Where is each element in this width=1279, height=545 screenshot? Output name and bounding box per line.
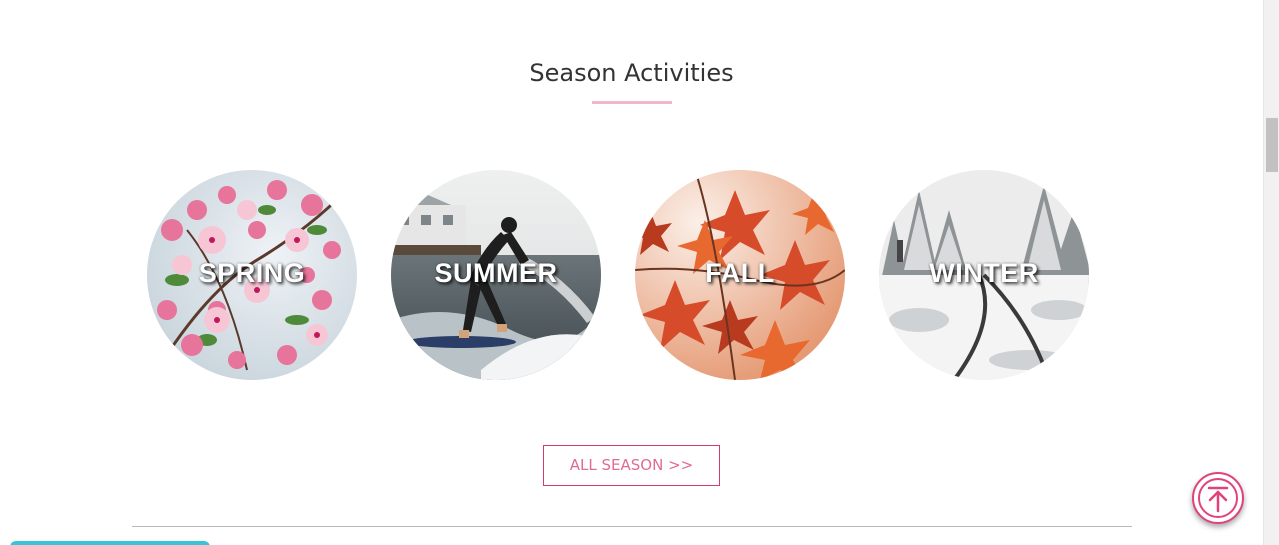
season-card-summer[interactable]: SUMMER [391,170,601,380]
season-card-winter[interactable]: WINTER [879,170,1089,380]
vertical-scrollbar[interactable] [1263,0,1279,545]
section-title: Season Activities [529,59,734,87]
scroll-to-top-button[interactable] [1192,472,1244,524]
season-card-fall[interactable]: FALL [635,170,845,380]
arrow-up-to-top-icon [1207,486,1229,513]
season-label-fall: FALL [705,258,775,288]
season-card-spring[interactable]: SPRING [147,170,357,380]
scrollbar-thumb[interactable] [1266,118,1278,172]
season-label-winter: WINTER [929,258,1039,288]
section-divider [132,526,1132,527]
season-label-spring: SPRING [198,258,306,288]
page-content: Season Activities SPRING SUMMER FALL WIN… [0,0,1263,545]
all-season-button[interactable]: ALL SEASON >> [543,445,720,486]
title-underline [592,101,672,104]
season-label-summer: SUMMER [434,258,558,288]
bottom-tab-partial[interactable] [10,541,210,545]
